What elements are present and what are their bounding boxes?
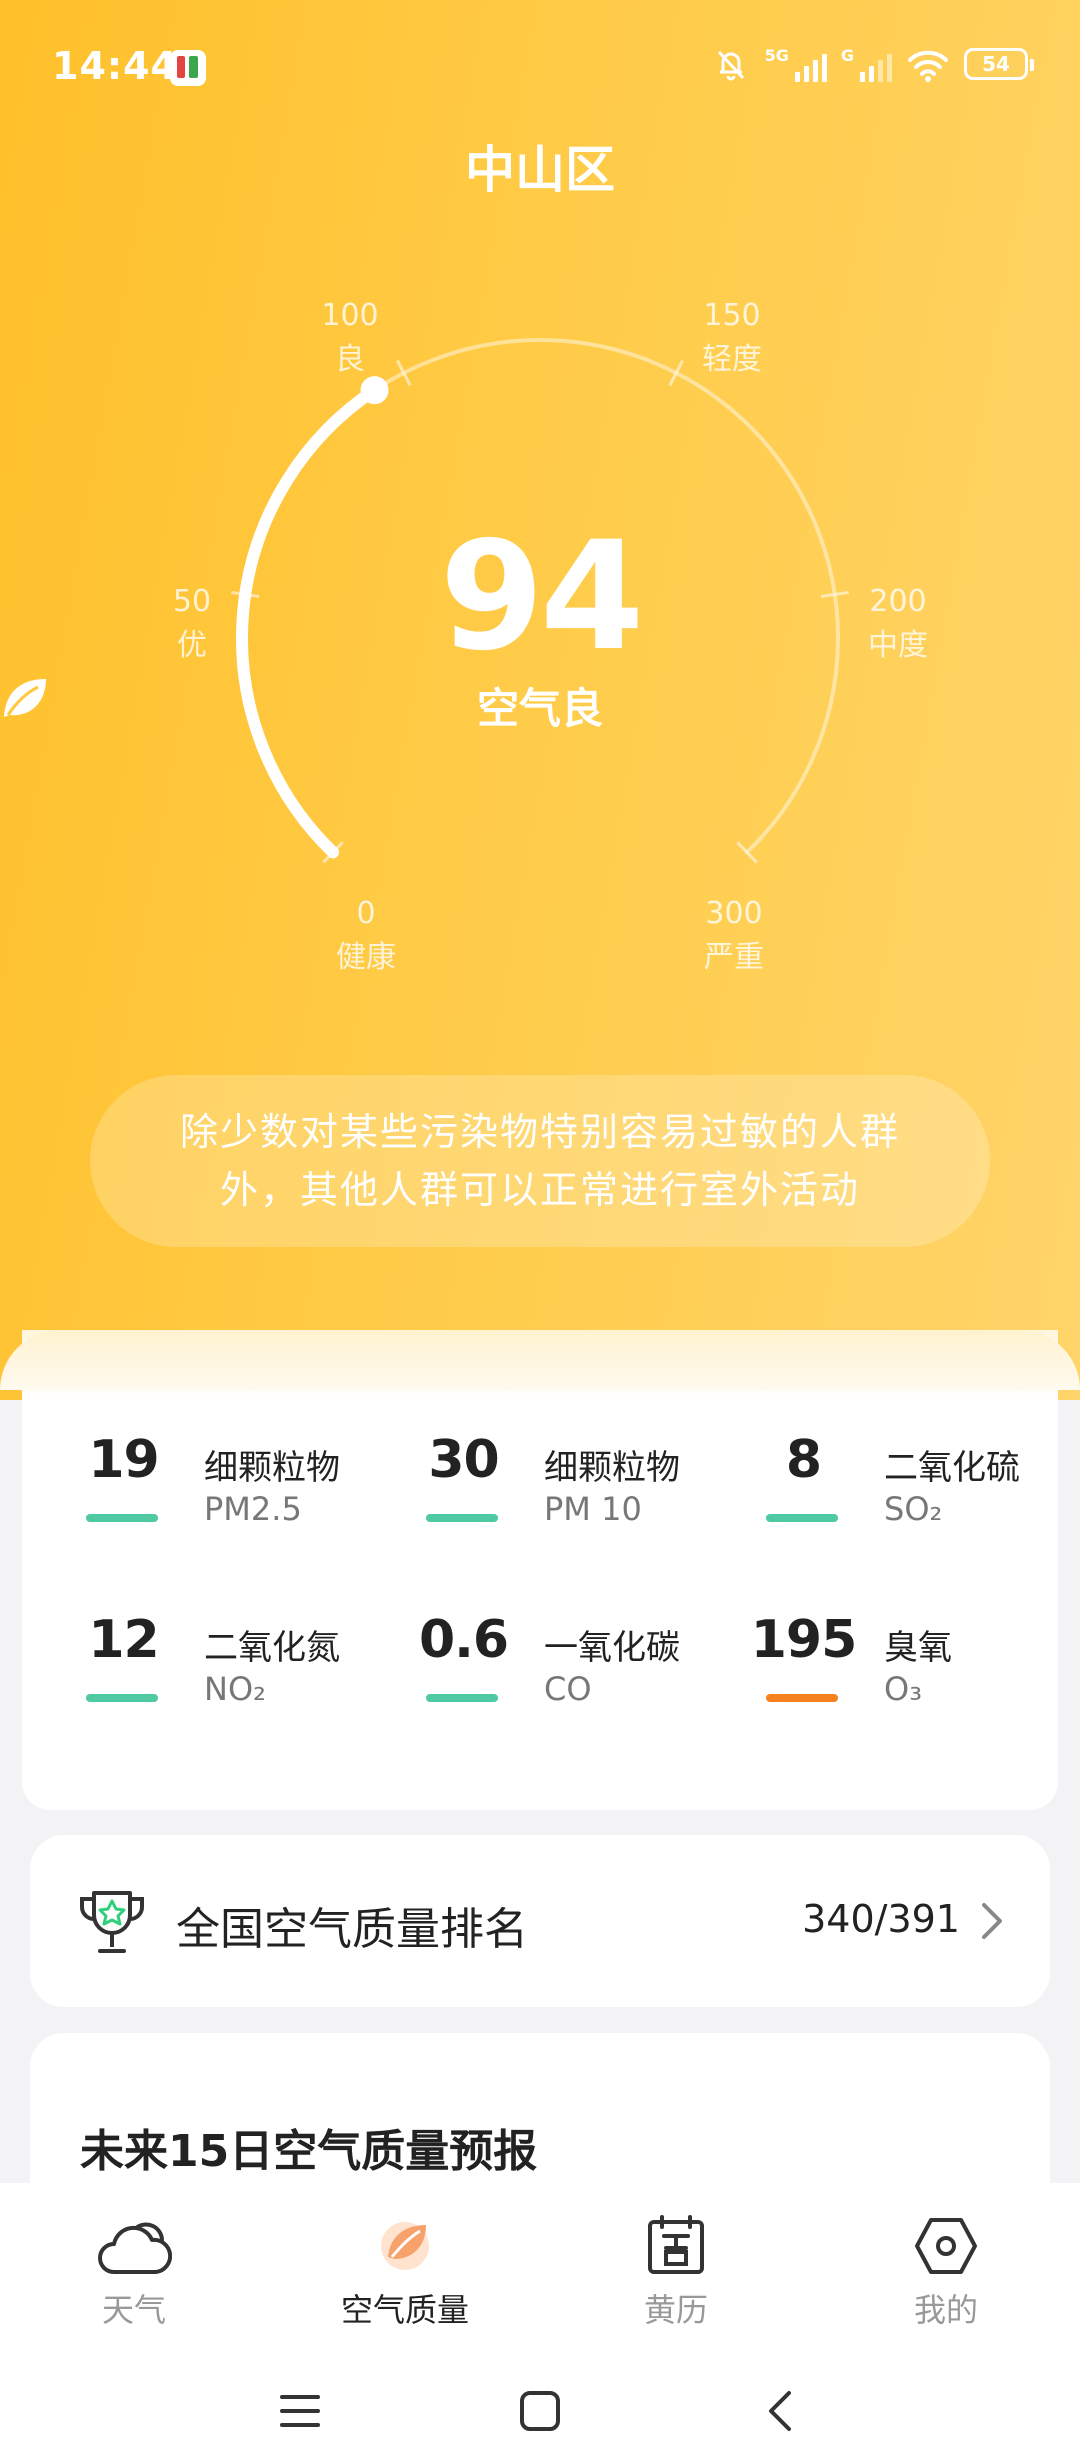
nav-tab-almanac[interactable]: 黄历 bbox=[576, 2213, 776, 2331]
pollutant-name: 细颗粒物 bbox=[204, 1448, 340, 1488]
pollutant-name: 细颗粒物 bbox=[544, 1448, 680, 1488]
aqi-level-text: 空气良 bbox=[476, 684, 603, 733]
air-quality-icon bbox=[381, 2222, 429, 2270]
pollutant-no2[interactable]: 12 二氧化氮 NO₂ bbox=[66, 1610, 386, 1720]
pollutant-value: 12 bbox=[88, 1610, 159, 1670]
bottom-nav: 天气 空气质量 黄历 我的 bbox=[0, 2183, 1080, 2353]
tick-label-150: 150 轻度 bbox=[702, 298, 762, 377]
back-chevron-icon bbox=[769, 2391, 791, 2431]
app-notification-icon bbox=[170, 50, 206, 86]
national-ranking-card[interactable]: 全国空气质量排名 340/391 bbox=[30, 1835, 1050, 2007]
hexagon-settings-icon bbox=[915, 2218, 977, 2274]
aqi-gauge: 0 健康 50 优 100 良 150 轻度 200 中度 300 严重 94 空气良 bbox=[0, 280, 1080, 1000]
status-bar: 14:44 5G G 54 bbox=[0, 0, 1080, 130]
pollutant-code: O₃ bbox=[884, 1670, 923, 1708]
pollutant-o3[interactable]: 195 臭氧 O₃ bbox=[746, 1610, 1066, 1720]
pollutant-bar bbox=[426, 1514, 498, 1522]
nav-label: 黄历 bbox=[643, 2291, 708, 2329]
menu-icon bbox=[280, 2395, 320, 2427]
card-top-curve bbox=[0, 1330, 1080, 1390]
pollutant-code: NO₂ bbox=[204, 1670, 266, 1708]
forecast-title: 未来15日空气质量预报 bbox=[80, 2126, 538, 2177]
ranking-value: 340/391 bbox=[802, 1897, 960, 1941]
battery-indicator: 54 bbox=[964, 48, 1034, 80]
pollutant-name: 臭氧 bbox=[884, 1628, 952, 1668]
nav-label: 空气质量 bbox=[340, 2291, 469, 2329]
pollutant-value: 19 bbox=[88, 1430, 159, 1490]
nav-tab-air-quality[interactable]: 空气质量 bbox=[305, 2213, 505, 2331]
nav-label: 天气 bbox=[101, 2291, 166, 2329]
pollutant-value: 0.6 bbox=[418, 1610, 509, 1670]
pollutant-bar bbox=[86, 1694, 158, 1702]
aqi-value: 94 bbox=[439, 510, 645, 684]
pollutant-name: 二氧化氮 bbox=[204, 1628, 340, 1668]
pollutant-value: 195 bbox=[750, 1610, 858, 1670]
leaf-icon bbox=[4, 679, 46, 717]
district-title[interactable]: 中山区 bbox=[0, 130, 1080, 202]
pollutant-code: CO bbox=[544, 1670, 592, 1708]
nav-label: 我的 bbox=[913, 2291, 978, 2329]
pollutant-name: 一氧化碳 bbox=[544, 1628, 680, 1668]
wifi-icon bbox=[908, 50, 948, 82]
ranking-label: 全国空气质量排名 bbox=[176, 1904, 528, 1955]
cloud-icon bbox=[98, 2222, 172, 2274]
trophy-icon bbox=[80, 1891, 144, 1953]
menu-button[interactable] bbox=[260, 2371, 340, 2451]
tick-label-0: 0 健康 bbox=[336, 896, 396, 975]
home-button[interactable] bbox=[500, 2371, 580, 2451]
nav-tab-weather[interactable]: 天气 bbox=[34, 2213, 234, 2331]
status-time: 14:44 bbox=[52, 44, 178, 88]
back-button[interactable] bbox=[740, 2371, 820, 2451]
network-type-1: 5G bbox=[764, 46, 789, 65]
pollutant-bar bbox=[426, 1694, 498, 1702]
pollutant-card: 19 细颗粒物 PM2.5 30 细颗粒物 PM 10 8 二氧化硫 SO₂ 1… bbox=[0, 1330, 1080, 1810]
home-square-icon bbox=[520, 2391, 560, 2431]
pollutant-code: PM2.5 bbox=[204, 1490, 302, 1528]
pollutant-name: 二氧化硫 bbox=[884, 1448, 1020, 1488]
pollutant-value: 8 bbox=[785, 1430, 822, 1490]
tick-label-300: 300 严重 bbox=[704, 896, 764, 975]
aqi-level: 空气良 bbox=[0, 675, 1080, 736]
pollutant-value: 30 bbox=[428, 1430, 499, 1490]
pollutant-pm25[interactable]: 19 细颗粒物 PM2.5 bbox=[66, 1430, 386, 1540]
health-advice: 除少数对某些污染物特别容易过敏的人群外，其他人群可以正常进行室外活动 bbox=[90, 1075, 990, 1247]
pollutant-bar bbox=[766, 1694, 838, 1702]
signal-g-icon: G bbox=[841, 46, 892, 82]
calendar-icon bbox=[648, 2215, 704, 2274]
pollutant-code: SO₂ bbox=[884, 1490, 943, 1528]
pollutant-so2[interactable]: 8 二氧化硫 SO₂ bbox=[746, 1430, 1066, 1540]
network-type-2: G bbox=[840, 46, 854, 65]
mute-bell-icon bbox=[717, 50, 744, 81]
system-nav-bar bbox=[0, 2353, 1080, 2460]
tick-label-100: 100 良 bbox=[321, 298, 379, 377]
chevron-right-icon bbox=[982, 1903, 1002, 1939]
pollutant-bar bbox=[766, 1514, 838, 1522]
pollutant-pm10[interactable]: 30 细颗粒物 PM 10 bbox=[406, 1430, 726, 1540]
pollutant-co[interactable]: 0.6 一氧化碳 CO bbox=[406, 1610, 726, 1720]
signal-5g-icon: 5G bbox=[765, 46, 827, 82]
pollutant-code: PM 10 bbox=[544, 1490, 642, 1528]
nav-tab-mine[interactable]: 我的 bbox=[846, 2213, 1046, 2331]
pollutant-bar bbox=[86, 1514, 158, 1522]
